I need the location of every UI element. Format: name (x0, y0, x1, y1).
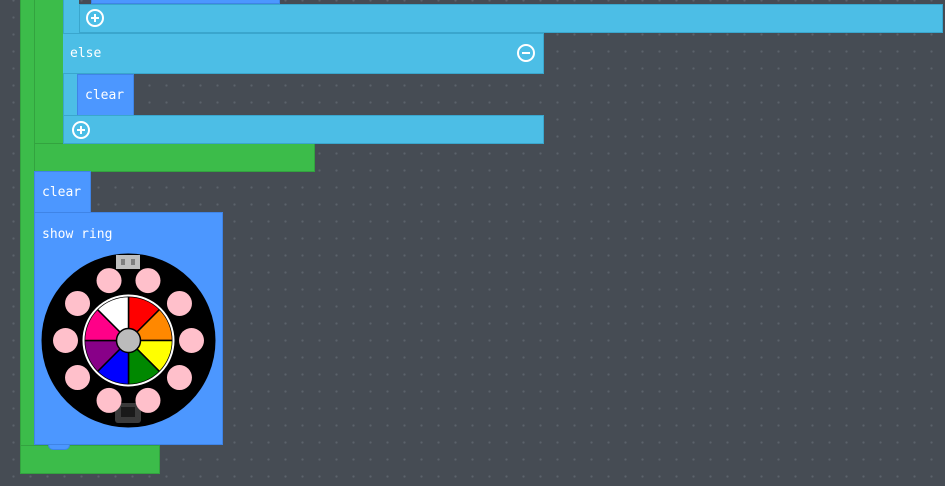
led-pixel[interactable] (166, 290, 192, 316)
usb-connector-icon (116, 255, 140, 269)
block-notch (48, 444, 70, 450)
else-clear-block[interactable]: clear (77, 74, 134, 116)
loop-block-footer[interactable] (20, 445, 160, 474)
led-pixel[interactable] (179, 328, 204, 353)
else-label: else (70, 46, 102, 61)
led-pixel[interactable] (96, 387, 122, 413)
led-pixel[interactable] (135, 387, 161, 413)
clear-block[interactable]: clear (34, 171, 91, 213)
led-pixel[interactable] (65, 290, 91, 316)
plus-circle-icon[interactable] (72, 121, 90, 139)
led-ring-image[interactable] (41, 253, 216, 428)
led-pixel[interactable] (53, 328, 78, 353)
center-button[interactable] (115, 327, 142, 354)
plus-circle-icon[interactable] (86, 9, 104, 27)
inner-loop-block-footer[interactable] (34, 143, 315, 172)
clear-label: clear (42, 185, 82, 200)
minus-circle-icon[interactable] (517, 44, 535, 62)
show-ring-label: show ring (42, 227, 113, 242)
else-row[interactable]: else (63, 33, 544, 74)
led-pixel[interactable] (96, 268, 122, 294)
led-pixel[interactable] (135, 268, 161, 294)
led-pixel[interactable] (166, 365, 192, 391)
led-ring-field[interactable] (41, 253, 216, 428)
clear-label: clear (85, 88, 125, 103)
if-else-footer[interactable] (63, 115, 544, 144)
if-else-row[interactable] (79, 4, 943, 33)
led-pixel[interactable] (65, 365, 91, 391)
